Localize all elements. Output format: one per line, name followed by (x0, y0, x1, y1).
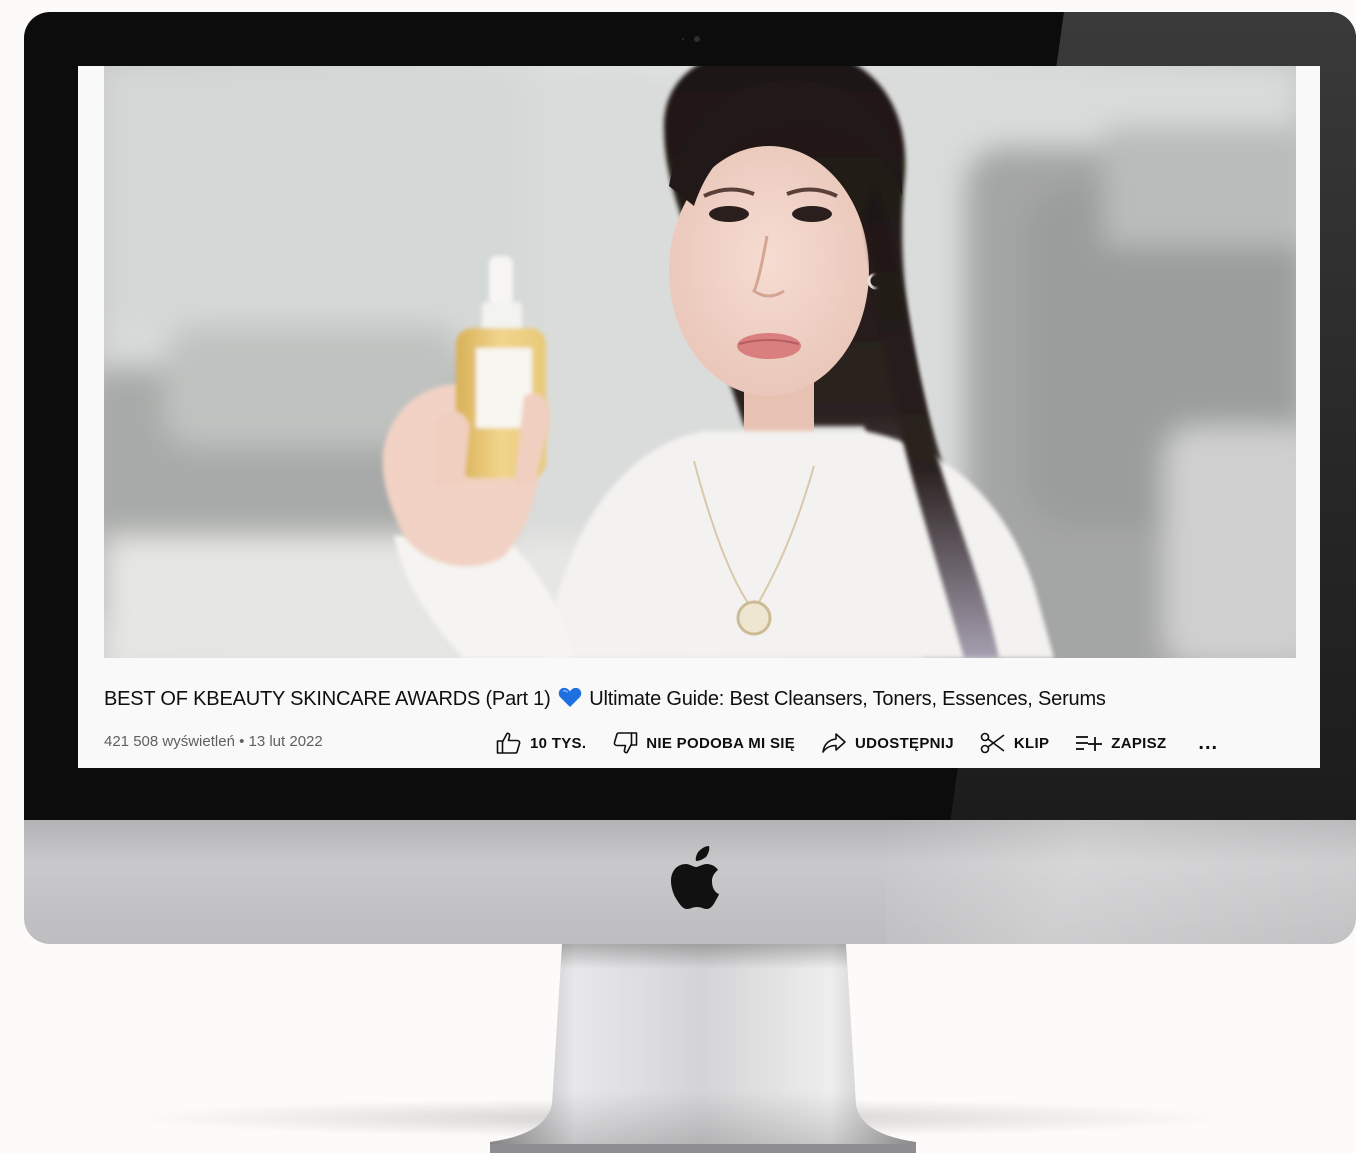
video-actions: 10 TYS. NIE PODOBA MI SIĘ UDOSTĘPNIJ KLI… (496, 730, 1218, 756)
video-title-part1: BEST OF KBEAUTY SKINCARE AWARDS (Part 1) (104, 688, 551, 710)
share-button[interactable]: UDOSTĘPNIJ (821, 732, 954, 754)
video-meta: 421 508 wyświetleń • 13 lut 2022 (104, 733, 323, 750)
clip-button[interactable]: KLIP (980, 731, 1049, 755)
like-button[interactable]: 10 TYS. (496, 731, 586, 755)
share-icon (822, 733, 846, 753)
save-button[interactable]: ZAPISZ (1075, 733, 1166, 753)
video-frame (104, 66, 1296, 658)
video-title: BEST OF KBEAUTY SKINCARE AWARDS (Part 1)… (104, 686, 1296, 711)
apple-logo-icon (671, 846, 719, 909)
imac-stand (490, 944, 916, 1153)
save-label: ZAPISZ (1111, 734, 1167, 752)
thumbs-up-icon (496, 732, 521, 754)
chin-sheen (886, 820, 1356, 944)
screen: BEST OF KBEAUTY SKINCARE AWARDS (Part 1)… (78, 66, 1320, 768)
dislike-button[interactable]: NIE PODOBA MI SIĘ (612, 731, 795, 755)
more-actions-button[interactable]: ... (1198, 732, 1218, 755)
more-icon: ... (1198, 731, 1219, 754)
playlist-add-icon (1076, 736, 1103, 751)
scissors-icon (980, 732, 1005, 754)
dislike-label: NIE PODOBA MI SIĘ (646, 734, 796, 752)
share-label: UDOSTĘPNIJ (855, 734, 954, 752)
camera (694, 36, 700, 42)
camera-sensor (682, 38, 684, 40)
clip-label: KLIP (1013, 734, 1050, 752)
video-title-part2: Ultimate Guide: Best Cleansers, Toners, … (589, 688, 1106, 710)
thumbs-down-icon (613, 732, 638, 754)
video-player[interactable] (104, 66, 1296, 658)
blue-heart-icon (558, 687, 582, 707)
like-count: 10 TYS. (530, 734, 587, 752)
